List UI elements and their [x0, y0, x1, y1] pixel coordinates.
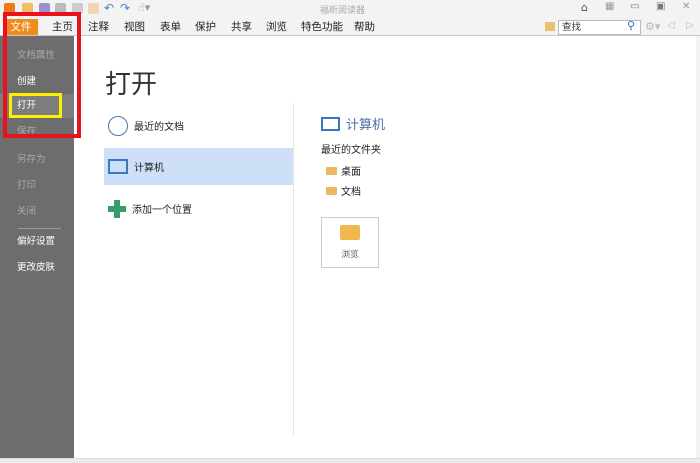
settings-icon[interactable]: ⚙▾ [645, 20, 660, 33]
shirt-icon[interactable]: ⌂ [581, 1, 588, 14]
computer-icon [321, 116, 340, 131]
hand-tool-icon[interactable]: ☝▾ [138, 1, 150, 14]
next-icon[interactable]: ▷ [686, 20, 694, 31]
right-edge [696, 36, 700, 458]
folder-label: 文档 [341, 187, 361, 198]
clock-icon [108, 115, 128, 136]
layout-icon[interactable]: ▦ [605, 1, 614, 12]
title-bar: ↶ ↷ ☝▾ 福昕阅读器 ⌂ ▦ ▭ ▣ ✕ [0, 0, 700, 18]
maximize-icon[interactable]: ▣ [656, 1, 665, 12]
tab-share[interactable]: 共享 [231, 19, 252, 35]
page-title: 打开 [105, 70, 158, 100]
annotation-red-box [3, 12, 81, 138]
sidebar-item-print[interactable]: 打印 [0, 174, 74, 198]
folder-documents[interactable]: 文档 [326, 183, 361, 198]
location-label: 最近的文档 [134, 122, 184, 133]
location-label: 计算机 [134, 163, 164, 174]
computer-header: 计算机 [321, 114, 385, 133]
close-icon[interactable]: ✕ [682, 1, 690, 12]
tab-form[interactable]: 表单 [160, 19, 181, 35]
recent-folders-label: 最近的文件夹 [321, 145, 381, 156]
search-icon[interactable]: ⚲ [627, 19, 635, 32]
sidebar-item-close[interactable]: 关闭 [0, 200, 74, 224]
sidebar-item-save-as[interactable]: 另存为 [0, 148, 74, 172]
tab-view[interactable]: 视图 [124, 19, 145, 35]
location-recent-documents[interactable]: 最近的文档 [104, 107, 293, 144]
prev-icon[interactable]: ◁ [667, 20, 675, 31]
location-computer[interactable]: 计算机 [104, 148, 293, 185]
computer-header-label: 计算机 [346, 118, 386, 133]
sidebar-divider [18, 228, 61, 229]
sidebar-item-preferences[interactable]: 偏好设置 [0, 230, 74, 254]
folder-desktop[interactable]: 桌面 [326, 163, 361, 178]
redo-icon[interactable]: ↷ [120, 1, 130, 15]
folder-icon [326, 166, 337, 175]
status-bar [0, 458, 700, 463]
sidebar-item-skin[interactable]: 更改皮肤 [0, 256, 74, 280]
tab-comment[interactable]: 注释 [88, 19, 109, 35]
folder-label: 桌面 [341, 167, 361, 178]
browse-label: 浏览 [341, 250, 359, 260]
location-add-place[interactable]: 添加一个位置 [104, 190, 293, 227]
tab-features[interactable]: 特色功能 [301, 19, 343, 35]
folder-icon [340, 225, 360, 240]
browse-button[interactable]: 浏览 [321, 217, 379, 268]
annotation-yellow-box [9, 93, 62, 118]
tab-browse[interactable]: 浏览 [266, 19, 287, 35]
minimize-icon[interactable]: ▭ [630, 1, 639, 12]
folder-icon [326, 186, 337, 195]
location-label: 添加一个位置 [132, 205, 192, 216]
computer-icon [108, 159, 128, 174]
tab-protect[interactable]: 保护 [195, 19, 216, 35]
plus-icon [108, 199, 126, 218]
pane-divider [293, 103, 294, 435]
tab-help[interactable]: 帮助 [354, 19, 375, 35]
find-folder-icon[interactable] [545, 22, 555, 31]
new-icon[interactable] [88, 3, 99, 14]
window-title: 福昕阅读器 [320, 6, 366, 16]
undo-icon[interactable]: ↶ [104, 1, 114, 15]
